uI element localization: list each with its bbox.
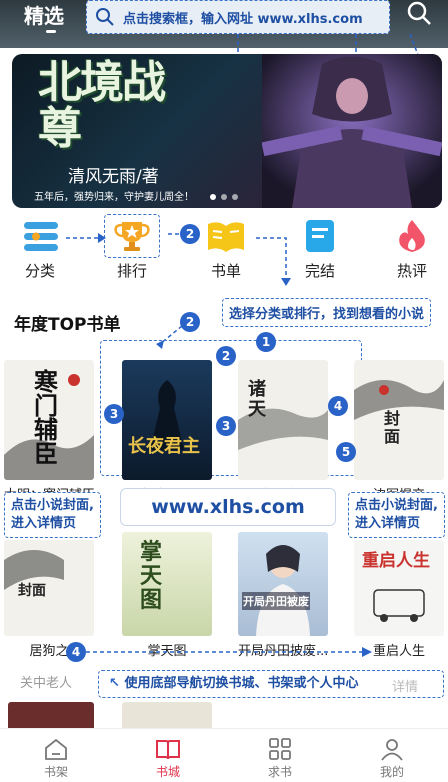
tab-featured[interactable]: 精选 xyxy=(24,0,64,29)
book-cover[interactable]: 诸天 xyxy=(238,360,328,480)
book-card[interactable]: 寒门辅臣 大明：寒门辅臣 xyxy=(4,360,94,503)
step-badge: 3 xyxy=(104,404,124,424)
nav-profile[interactable]: 我的 xyxy=(336,729,448,782)
cover-title: 寒门辅臣 xyxy=(34,367,58,468)
step-badge: 2 xyxy=(180,312,200,332)
tab-indicator xyxy=(46,30,56,33)
search-button-icon[interactable] xyxy=(404,0,434,30)
list-icon xyxy=(24,222,58,251)
book-icon xyxy=(208,222,244,252)
trailing-text: 详情 xyxy=(392,680,419,695)
book-card[interactable]: 掌天图 掌天图 xyxy=(122,532,212,659)
book-card[interactable]: 封面 边军悍卒 xyxy=(354,360,444,503)
bottom-navigation: 书架 书城 求书 我的 xyxy=(0,728,448,782)
promo-banner[interactable]: 北境战尊 清风无雨/著 五年后，强势归来，守护妻儿周全！ xyxy=(12,54,442,208)
nav-bookshelf[interactable]: 书架 xyxy=(0,729,112,782)
banner-dot xyxy=(221,194,227,200)
category-label: 排行 xyxy=(116,262,147,280)
step-badge: 3 xyxy=(216,416,236,436)
nav-label: 我的 xyxy=(379,765,404,779)
category-hint: 选择分类或排行，找到想看的小说 xyxy=(222,298,432,327)
book-card[interactable]: 诸天 镇天神医 xyxy=(238,360,328,503)
cover-hint-left: 点击小说封面, 进入详情页 xyxy=(4,492,101,538)
book-cover[interactable]: 封面 xyxy=(354,360,444,480)
search-icon xyxy=(96,8,114,26)
nav-bookstore[interactable]: 书城 xyxy=(112,729,224,782)
banner-slogan: 五年后，强势归来，守护妻儿周全！ xyxy=(34,192,194,203)
cover-title: 重启人生 xyxy=(362,551,430,571)
nav-request-book[interactable]: 求书 xyxy=(224,729,336,782)
book-cover[interactable]: 重启人生 xyxy=(354,540,444,636)
step-badge: 2 xyxy=(180,224,200,244)
book-card[interactable]: 封面 居狗之 xyxy=(4,540,94,659)
step-badge: 4 xyxy=(66,642,86,662)
cover-hint-line: 点击小说封面, xyxy=(355,498,438,513)
step-badge: 2 xyxy=(216,346,236,366)
cover-title: 封面 xyxy=(18,583,46,599)
banner-character-art xyxy=(262,54,442,208)
search-placeholder: 点击搜索框，输入网址 www.xlhs.com xyxy=(123,11,363,27)
category-all[interactable]: 分类 xyxy=(10,218,70,281)
book-author: 关中老人 xyxy=(20,676,73,691)
cover-figure xyxy=(256,545,310,636)
book-card[interactable]: 长夜君主 长夜君主 xyxy=(122,360,212,503)
nav-label: 求书 xyxy=(267,765,292,779)
pointer-icon: ↖ xyxy=(109,676,120,691)
highlight-box xyxy=(104,214,160,258)
category-label: 分类 xyxy=(24,262,55,280)
book-cover[interactable]: 封面 xyxy=(4,540,94,636)
nav-label: 书架 xyxy=(43,765,68,779)
banner-author: 清风无雨/著 xyxy=(68,167,159,187)
home-icon xyxy=(45,738,67,760)
category-label: 完结 xyxy=(304,262,335,280)
book-card[interactable]: 开局丹田被废 开局丹田披废... xyxy=(238,532,328,659)
cover-hint-line: 进入详情页 xyxy=(355,516,421,531)
url-box: www.xlhs.com xyxy=(120,488,336,526)
cover-figure xyxy=(150,380,184,450)
book-cover[interactable]: 寒门辅臣 xyxy=(4,360,94,480)
book-cover[interactable]: 长夜君主 xyxy=(122,360,212,480)
category-label: 热评 xyxy=(396,262,427,280)
banner-dot xyxy=(210,194,216,200)
cover-hint-right: 点击小说封面, 进入详情页 xyxy=(348,492,445,538)
banner-title: 北境战尊 xyxy=(38,57,166,154)
fire-icon xyxy=(399,220,425,252)
cover-title: 开局丹田被废 xyxy=(242,592,310,610)
person-icon xyxy=(381,739,403,761)
nav-label: 书城 xyxy=(155,765,180,779)
open-book-icon xyxy=(156,740,180,760)
book-cover-partial[interactable] xyxy=(8,702,94,728)
cover-title: 长夜君主 xyxy=(128,436,200,457)
book-cover-partial[interactable] xyxy=(122,702,212,728)
step-badge: 5 xyxy=(336,442,356,462)
category-label: 书单 xyxy=(210,262,241,280)
nav-hint-text: 使用底部导航切换书城、书架或个人中心 xyxy=(124,676,359,691)
ink-art xyxy=(238,408,328,450)
banner-dot xyxy=(232,194,238,200)
step-badge: 4 xyxy=(328,396,348,416)
category-ranking[interactable]: 排行 xyxy=(102,214,162,281)
grid-icon xyxy=(269,738,291,760)
banner-pagination xyxy=(210,194,238,200)
step-badge: 1 xyxy=(256,332,276,352)
category-booklist[interactable]: 书单 xyxy=(196,218,256,281)
category-hot-reviews[interactable]: 热评 xyxy=(382,218,442,281)
book-cover[interactable]: 开局丹田被废 xyxy=(238,532,328,636)
book-title: 掌天图 xyxy=(147,644,187,659)
book-cover[interactable]: 掌天图 xyxy=(122,532,212,636)
cover-hint-line: 进入详情页 xyxy=(11,516,77,531)
top-header: 精选 点击搜索框，输入网址 www.xlhs.com xyxy=(0,0,448,48)
cover-title: 封面 xyxy=(384,409,401,446)
cover-title: 诸天 xyxy=(248,379,266,420)
cover-hint-line: 点击小说封面, xyxy=(11,498,94,513)
book-title: 开局丹田披废... xyxy=(238,644,328,659)
book-title: 重启人生 xyxy=(372,644,425,659)
search-input[interactable]: 点击搜索框，输入网址 www.xlhs.com xyxy=(86,0,390,34)
notebook-icon xyxy=(306,220,334,252)
category-completed[interactable]: 完结 xyxy=(290,218,350,281)
section-title: 年度TOP书单 xyxy=(14,315,121,335)
cover-title: 掌天图 xyxy=(140,539,163,613)
book-card[interactable]: 重启人生 重启人生 xyxy=(354,540,444,659)
